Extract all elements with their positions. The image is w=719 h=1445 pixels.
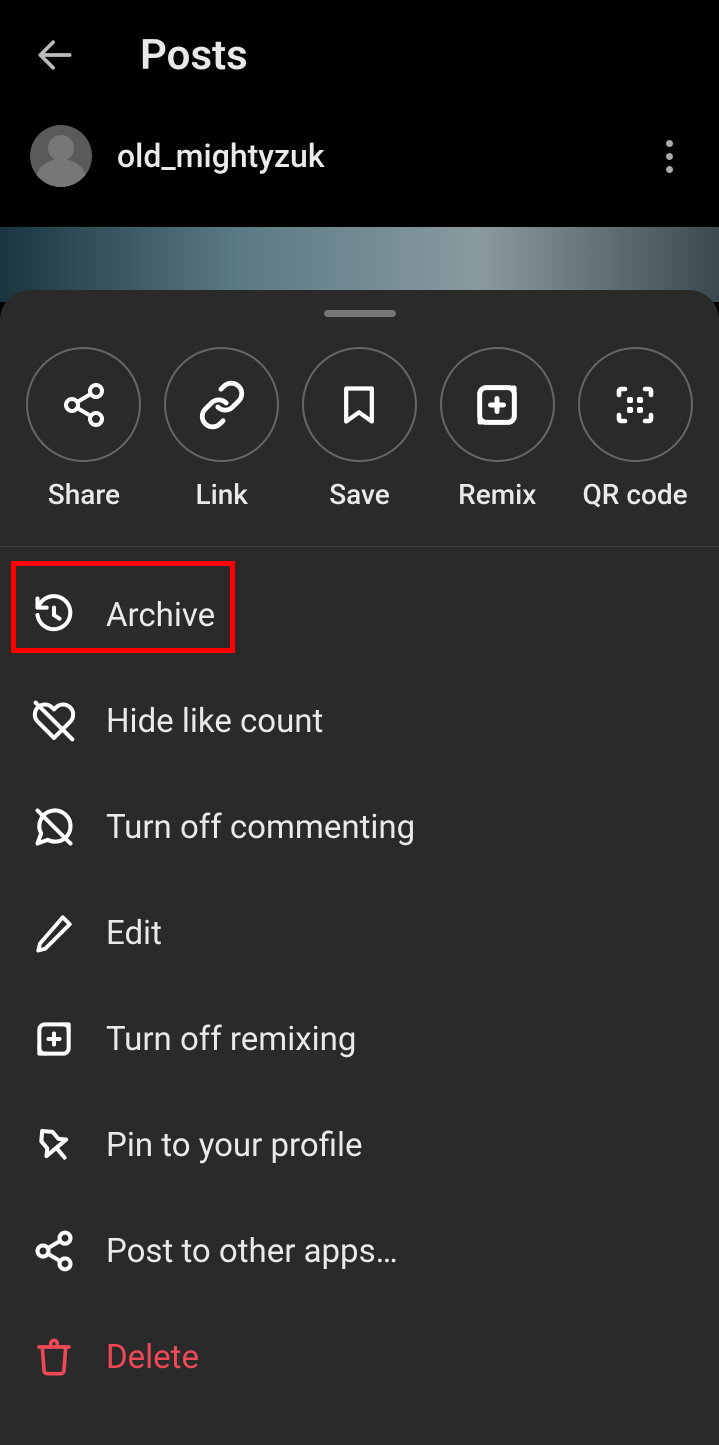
back-button[interactable] <box>30 30 80 80</box>
archive-item[interactable]: Archive <box>0 562 719 668</box>
heart-off-icon <box>32 699 76 743</box>
share-label: Share <box>48 478 120 511</box>
username: old_mightyzuk <box>117 137 325 175</box>
divider <box>0 546 719 547</box>
qrcode-icon <box>611 381 659 429</box>
arrow-left-icon <box>33 33 77 77</box>
link-action[interactable]: Link <box>164 347 279 511</box>
turn-off-remix-label: Turn off remixing <box>106 1020 356 1059</box>
remix-icon <box>471 379 523 431</box>
turn-off-remix-item[interactable]: Turn off remixing <box>0 986 719 1092</box>
bottom-sheet: Share Link Save <box>0 290 719 1445</box>
hide-likes-item[interactable]: Hide like count <box>0 668 719 774</box>
pin-label: Pin to your profile <box>106 1126 363 1165</box>
qrcode-action[interactable]: QR code <box>578 347 693 511</box>
edit-icon <box>33 912 75 954</box>
post-other-item[interactable]: Post to other apps… <box>0 1198 719 1304</box>
share-nodes-icon <box>32 1229 76 1273</box>
remix-label: Remix <box>458 478 536 511</box>
bookmark-icon <box>337 379 381 431</box>
delete-item[interactable]: Delete <box>0 1304 719 1410</box>
save-action[interactable]: Save <box>302 347 417 511</box>
archive-label: Archive <box>106 596 215 635</box>
save-label: Save <box>329 478 390 511</box>
link-icon <box>197 380 247 430</box>
post-other-label: Post to other apps… <box>106 1232 398 1271</box>
comment-off-icon <box>32 805 76 849</box>
archive-icon <box>32 593 76 637</box>
sheet-handle[interactable] <box>324 310 396 317</box>
edit-item[interactable]: Edit <box>0 880 719 986</box>
page-title: Posts <box>140 31 248 80</box>
edit-label: Edit <box>106 914 162 953</box>
dot-icon <box>666 153 673 160</box>
share-action[interactable]: Share <box>26 347 141 511</box>
menu-list: Archive Hide like count Turn off comment… <box>0 562 719 1410</box>
remix-off-icon <box>32 1017 76 1061</box>
share-icon <box>60 381 108 429</box>
more-options-button[interactable] <box>649 136 689 176</box>
turn-off-comments-label: Turn off commenting <box>106 808 415 847</box>
link-label: Link <box>195 478 247 511</box>
hide-likes-label: Hide like count <box>106 702 323 741</box>
user-row: old_mightyzuk <box>0 105 719 227</box>
turn-off-comments-item[interactable]: Turn off commenting <box>0 774 719 880</box>
delete-label: Delete <box>106 1338 199 1377</box>
avatar <box>30 125 92 187</box>
quick-actions: Share Link Save <box>0 347 719 546</box>
dot-icon <box>666 166 673 173</box>
remix-action[interactable]: Remix <box>440 347 555 511</box>
trash-icon <box>34 1335 74 1379</box>
pin-item[interactable]: Pin to your profile <box>0 1092 719 1198</box>
dot-icon <box>666 140 673 147</box>
pin-icon <box>32 1123 76 1167</box>
header: Posts <box>0 0 719 105</box>
qrcode-label: QR code <box>583 478 688 511</box>
user-info[interactable]: old_mightyzuk <box>30 125 325 187</box>
